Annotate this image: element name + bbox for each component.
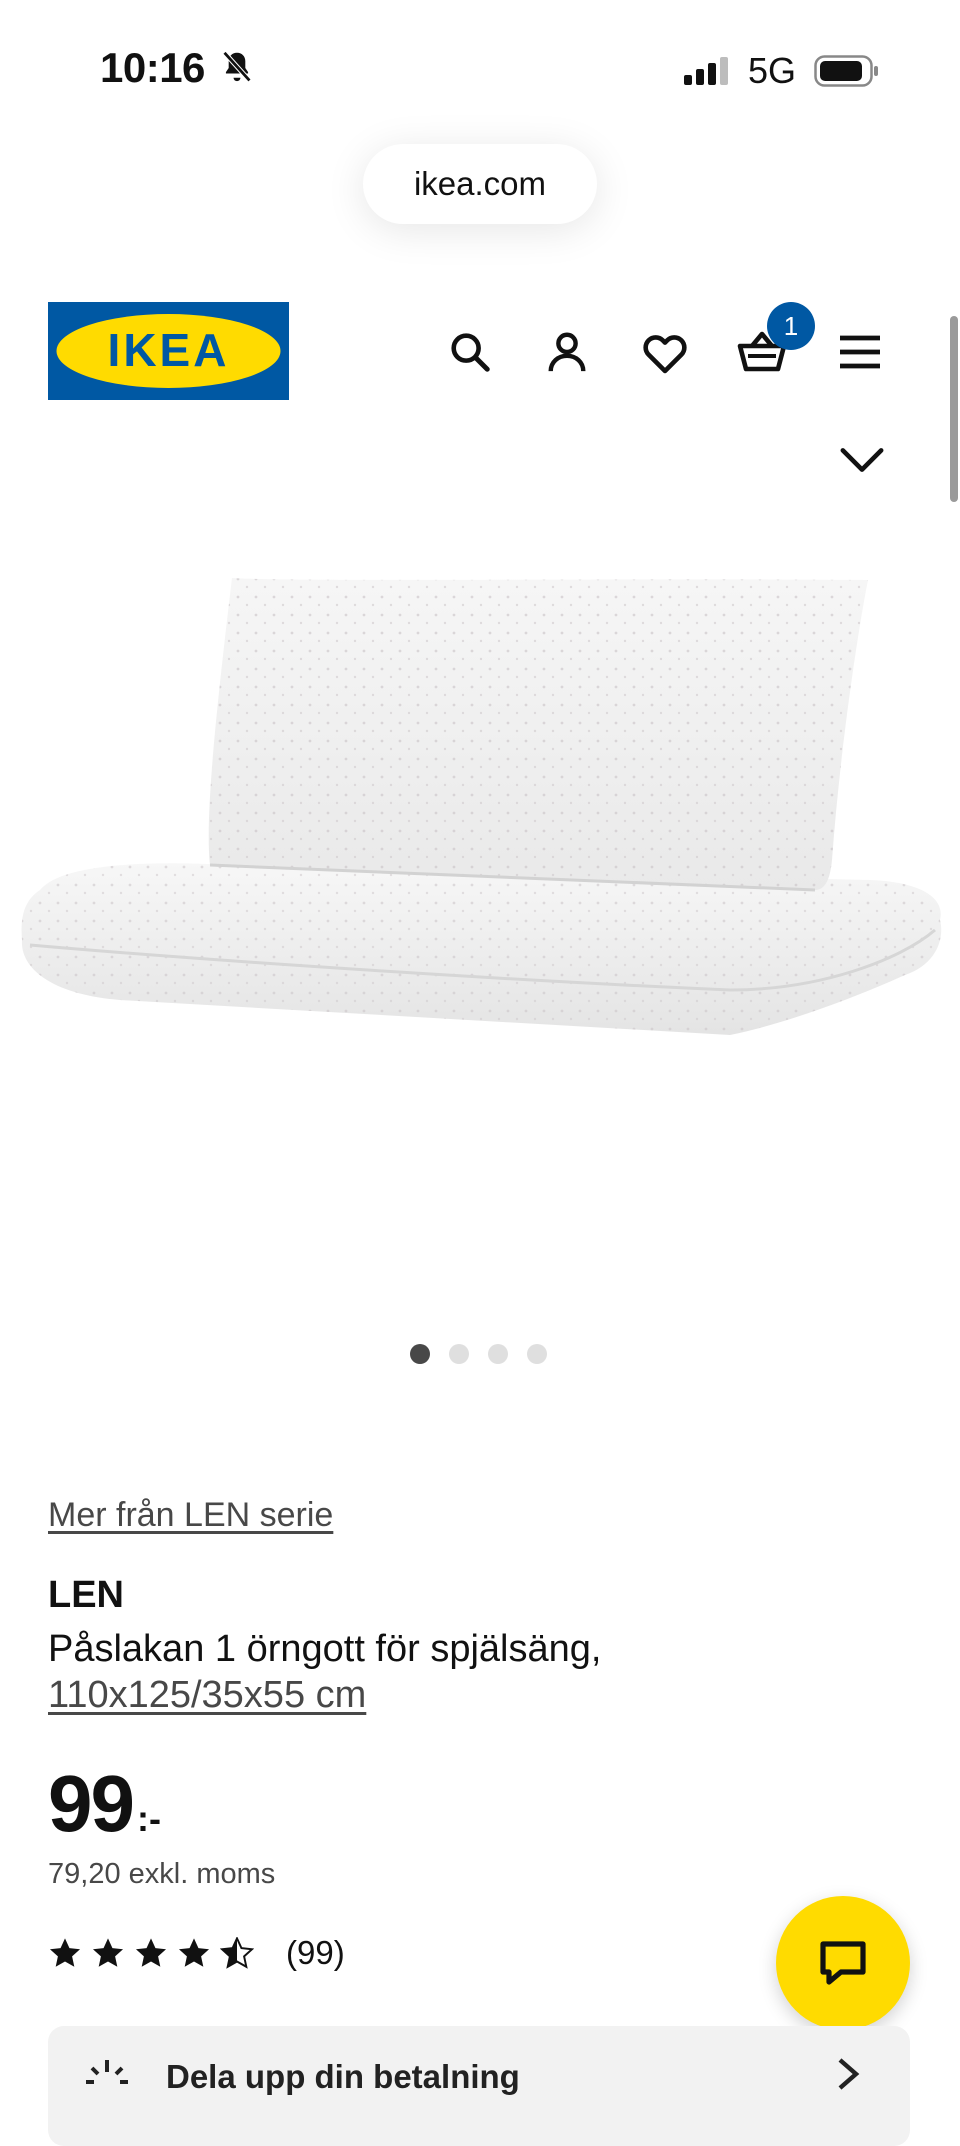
carousel-dot[interactable]: [488, 1344, 508, 1364]
cellular-signal-icon: [683, 57, 728, 85]
chevron-down-icon[interactable]: [830, 428, 894, 492]
payment-banner-label: Dela upp din betalning: [166, 2058, 520, 2095]
search-icon[interactable]: [438, 320, 502, 384]
status-time: 10:16: [100, 44, 254, 92]
scrollbar[interactable]: [950, 316, 958, 502]
chevron-right-icon: [838, 2058, 860, 2090]
price-integer: 99: [48, 1759, 135, 1848]
ikea-logo[interactable]: IKEA: [48, 302, 289, 400]
product-description: Påslakan 1 örngott för spjälsäng,: [48, 1628, 602, 1670]
carousel-dot[interactable]: [410, 1344, 430, 1364]
battery-icon: [814, 55, 878, 87]
cart-count-badge: 1: [767, 302, 815, 350]
star-icon: [178, 1938, 210, 1967]
heart-icon[interactable]: [633, 320, 697, 384]
bell-muted-icon: [222, 51, 252, 83]
url-bar[interactable]: ikea.com: [363, 144, 597, 224]
price: 99 :-: [48, 1758, 161, 1850]
series-link[interactable]: Mer från LEN serie: [48, 1496, 333, 1535]
product-size-link[interactable]: 110x125/35x55 cm: [48, 1674, 366, 1717]
url-text: ikea.com: [413, 165, 547, 202]
carousel-dot[interactable]: [449, 1344, 469, 1364]
chat-button[interactable]: [776, 1896, 910, 2030]
price-excl-vat: 79,20 exkl. moms: [48, 1858, 276, 1890]
chat-icon: [820, 1941, 866, 1985]
account-icon[interactable]: [535, 320, 599, 384]
status-indicators: 5G: [683, 50, 880, 92]
review-count: (99): [286, 1934, 345, 1971]
rating-stars: [48, 1937, 254, 1969]
price-suffix: :-: [136, 1798, 161, 1839]
logo-text: IKEA: [108, 324, 230, 376]
half-star-icon: [220, 1937, 254, 1969]
product-image[interactable]: [0, 520, 960, 1200]
product-name: LEN: [48, 1574, 124, 1616]
star-icon: [49, 1938, 81, 1967]
payment-sparkle-icon: [86, 2060, 128, 2084]
star-icon: [92, 1938, 124, 1967]
menu-icon[interactable]: [828, 320, 892, 384]
carousel-dots: [410, 1344, 547, 1364]
network-label: 5G: [747, 50, 796, 91]
star-icon: [135, 1938, 167, 1967]
carousel-dot[interactable]: [527, 1344, 547, 1364]
rating[interactable]: (99): [48, 1934, 345, 1972]
